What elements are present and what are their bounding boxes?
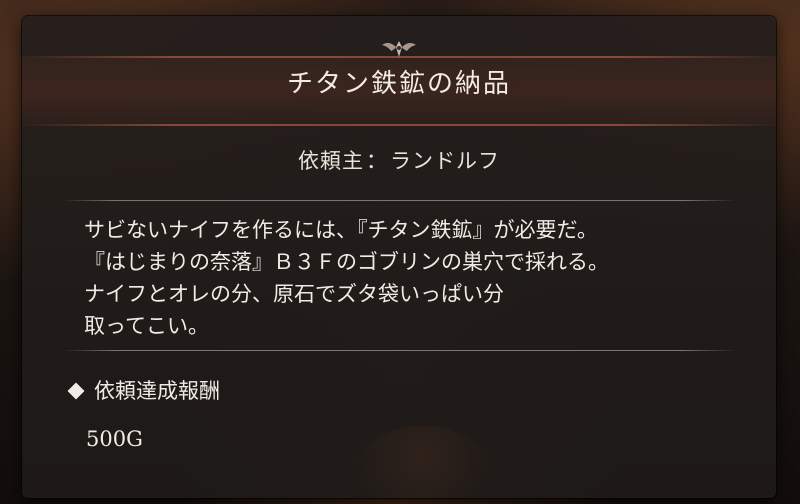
reward-value: 500G [86,427,143,451]
description-line: ナイフとオレの分、原石でズタ袋いっぱい分 [84,282,504,306]
winged-crest-icon [382,41,416,57]
description-line: サビないナイフを作るには、『チタン鉄鉱』が必要だ。 [84,218,598,242]
character-silhouette [352,426,492,498]
description-line: 取ってこい。 [84,314,209,338]
quest-dialog: チタン鉄鉱の納品 依頼主：ランドルフ サビないナイフを作るには、『チタン鉄鉱』が… [22,16,776,498]
reward-heading-label: 依頼達成報酬 [94,379,220,403]
quest-title: チタン鉄鉱の納品 [286,69,511,99]
client-separator: ： [366,149,388,173]
divider-bottom [62,350,736,351]
diamond-icon [67,382,85,400]
quest-description: サビないナイフを作るには、『チタン鉄鉱』が必要だ。 『はじまりの奈落』Ｂ３Ｆのゴ… [84,214,764,342]
reward-heading: 依頼達成報酬 [66,376,220,406]
description-line: 『はじまりの奈落』Ｂ３Ｆのゴブリンの巣穴で採れる。 [84,250,609,274]
client-label: 依頼主 [298,149,364,173]
client-name: ランドルフ [390,149,500,173]
title-rule-bottom [22,124,776,126]
divider-top [62,200,736,201]
quest-client: 依頼主：ランドルフ [22,146,776,176]
